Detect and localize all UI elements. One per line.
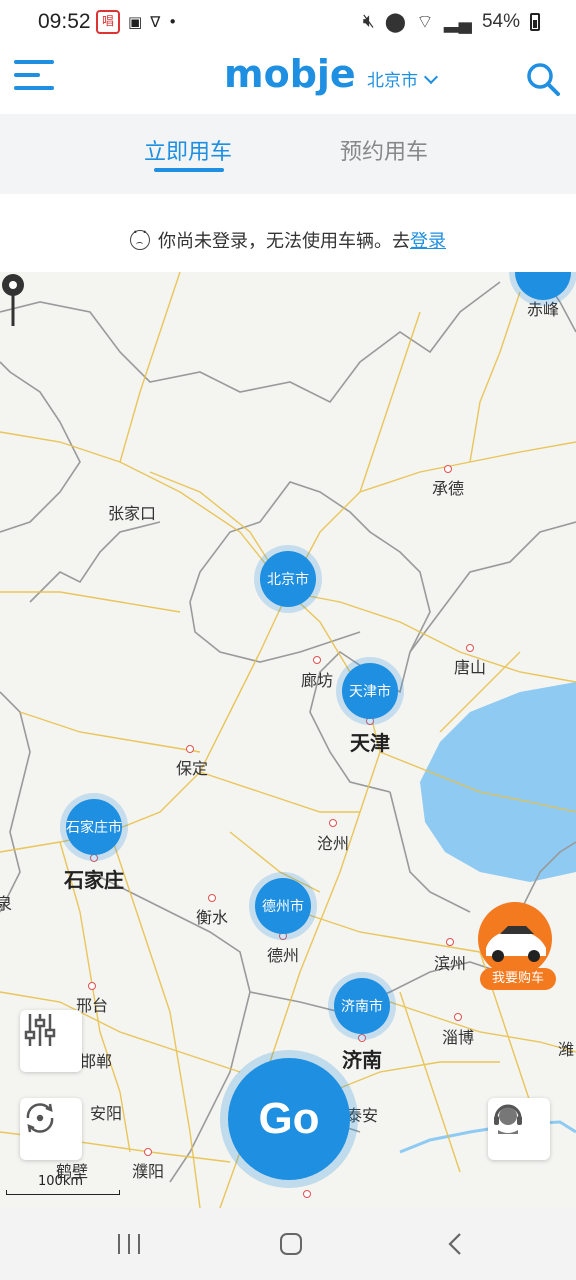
recent-apps-icon[interactable] [116,1232,142,1256]
city-label: 泉 [0,894,13,913]
city-dot [329,819,337,827]
city-label: 濮阳 [131,1162,165,1181]
city-label: 安阳 [89,1104,123,1123]
city-label: 滨州 [433,954,467,973]
signal-icon: ▂▄ [443,11,472,33]
tab-instant[interactable]: 立即用车 [144,134,232,166]
system-nav-bar [0,1208,576,1280]
city-label: 沧州 [316,834,350,853]
city-label: 张家口 [107,504,157,523]
notice-text: 你尚未登录，无法使用车辆。去 [158,231,410,252]
refresh-icon [26,1103,54,1133]
back-icon[interactable] [442,1232,468,1256]
headset-icon [494,1104,522,1134]
status-right: 🔇︎ ⬤ ⌔ ▂▄ 54% [363,10,540,34]
city-dot [186,745,194,753]
battery-icon [530,13,540,31]
buy-car-label: 我要购车 [480,968,556,990]
scale-bar [6,1190,120,1195]
city-label: 廊坊 [300,671,334,690]
city-dot [358,1034,366,1042]
login-link[interactable]: 登录 [410,227,446,253]
login-notice: 你尚未登录，无法使用车辆。去登录 [0,208,576,272]
menu-icon[interactable] [14,60,54,94]
app-header: mobje 北京市 [0,46,576,114]
car-image [478,902,552,976]
city-label: 潍 [557,1040,575,1059]
city-dot [466,644,474,652]
cluster-dezhou[interactable]: 德州市 [255,878,311,934]
city-label: 唐山 [453,658,487,677]
tab-reserve[interactable]: 预约用车 [340,134,428,166]
cluster-beijing[interactable]: 北京市 [260,551,316,607]
city-selector[interactable]: 北京市 [367,66,439,91]
city-label: 泰安 [345,1106,379,1125]
city-dot [90,854,98,862]
buy-car-button[interactable]: 我要购车 [478,902,558,992]
notification-icons: 唱 ▣ ∇ • [96,10,177,34]
image-icon: ▣ [128,13,143,31]
city-label: 衡水 [195,908,229,927]
city-dot [313,656,321,664]
filter-button[interactable] [20,1010,82,1072]
map-scale: 100km [6,1174,120,1195]
cluster-tianjin[interactable]: 天津市 [342,663,398,719]
city-label: 石家庄 [64,868,124,892]
city-label: 济南 [342,1048,382,1072]
search-icon[interactable] [526,62,560,96]
city-dot [454,1013,462,1021]
city-dot [88,982,96,990]
wifi-icon: ⌔ [416,12,434,33]
location-pin-icon [2,274,24,326]
sing-app-icon: 唱 [96,10,120,34]
location-icon: ⬤ [384,11,407,33]
dot-icon: • [168,13,178,31]
city-dot [144,1148,152,1156]
city-label: 承德 [431,479,465,498]
city-dot [303,1190,311,1198]
tab-active-indicator [154,168,224,172]
battery-text: 54% [481,11,520,32]
mute-icon: 🔇︎ [362,11,375,32]
city-dot [446,938,454,946]
sad-face-icon [130,228,150,250]
app-logo: mobje [224,52,356,96]
city-dot [208,894,216,902]
cluster-shijiazhuang[interactable]: 石家庄市 [66,799,122,855]
chevron-down-icon [423,69,439,85]
city-name: 北京市 [367,71,418,91]
city-label: 邯郸 [79,1052,113,1071]
customer-service-button[interactable] [488,1098,550,1160]
city-label: 天津 [350,731,390,755]
scale-label: 100km [38,1174,84,1189]
sliders-icon [24,1014,56,1046]
status-bar: 09:52 唱 ▣ ∇ • 🔇︎ ⬤ ⌔ ▂▄ 54% [0,0,576,46]
city-label: 德州 [266,946,300,965]
map-view[interactable]: 赤峰 承德 张家口 廊坊 唐山 天津 保定 沧州 石家庄 衡水 德州 滨州 邢台… [0,272,576,1208]
city-dot [444,465,452,473]
status-time: 09:52 [38,10,91,33]
city-label: 淄博 [441,1028,475,1047]
city-label: 保定 [175,759,209,778]
go-button[interactable]: Go [228,1058,350,1180]
vpn-icon: ∇ [150,13,161,31]
refresh-button[interactable] [20,1098,82,1160]
home-icon[interactable] [278,1232,304,1256]
tab-bar: 立即用车 预约用车 [0,114,576,194]
cluster-jinan[interactable]: 济南市 [334,978,390,1034]
